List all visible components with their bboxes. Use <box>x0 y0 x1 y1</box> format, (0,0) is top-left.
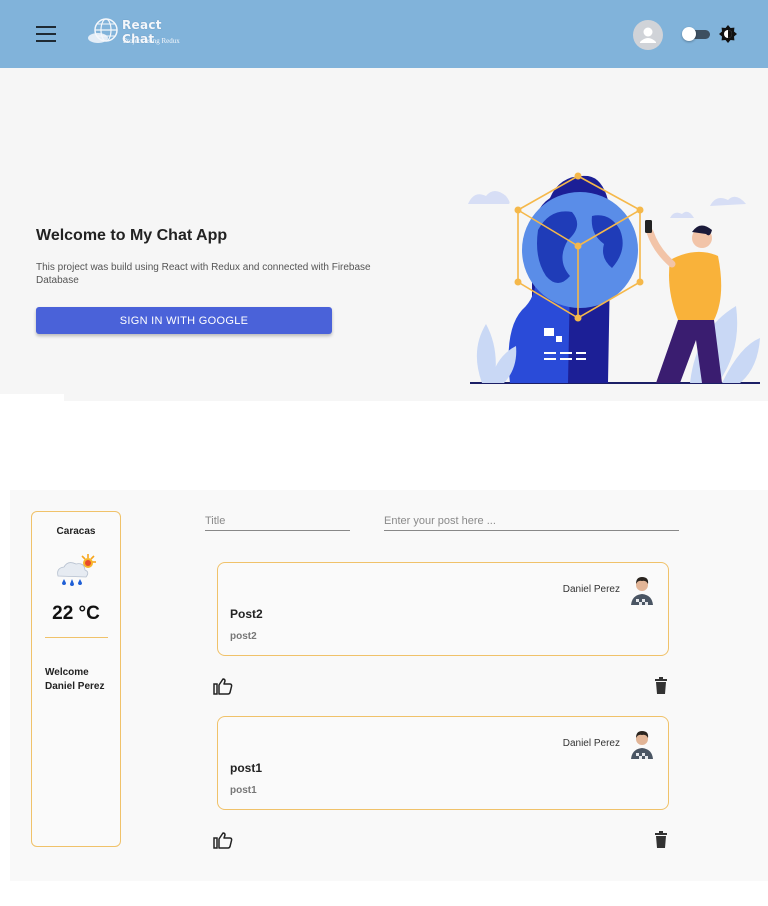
cloud-rain-sun-icon <box>57 554 96 586</box>
user-avatar-icon[interactable] <box>633 20 663 50</box>
welcome-label: Welcome <box>45 667 89 678</box>
theme-toggle[interactable] <box>682 27 710 41</box>
menu-icon[interactable] <box>36 26 56 42</box>
post-body: post2 <box>230 631 257 642</box>
brightness-icon[interactable] <box>719 25 737 43</box>
hero-title: Welcome to My Chat App <box>36 227 228 244</box>
weather-card: Caracas 22 °C Welcome Daniel Perez <box>31 511 121 847</box>
hero-illustration <box>468 172 760 384</box>
globe-logo-icon <box>88 18 118 43</box>
author-avatar-icon <box>631 577 653 605</box>
post-body: post1 <box>230 785 257 796</box>
weather-divider <box>45 637 108 638</box>
trash-icon[interactable] <box>654 677 668 695</box>
weather-temperature: 22 °C <box>52 603 100 624</box>
trash-icon[interactable] <box>654 831 668 849</box>
post-card: Daniel Perez post1 post1 <box>217 716 669 810</box>
post-title-input[interactable] <box>205 515 350 531</box>
thumb-up-icon[interactable] <box>213 677 233 695</box>
post-author: Daniel Perez <box>562 738 620 749</box>
welcome-user-name: Daniel Perez <box>45 681 105 692</box>
weather-city: Caracas <box>56 526 96 537</box>
post-card: Daniel Perez Post2 post2 <box>217 562 669 656</box>
app-bar: React Chat Project using Redux <box>0 0 768 68</box>
welcome-message: Welcome Daniel Perez <box>45 666 117 694</box>
sign-in-google-button[interactable]: SIGN IN WITH GOOGLE <box>36 307 332 334</box>
thumb-up-icon[interactable] <box>213 831 233 849</box>
post-author: Daniel Perez <box>562 584 620 595</box>
author-avatar-icon <box>631 731 653 759</box>
post-content-input[interactable] <box>384 515 679 531</box>
post-title: Post2 <box>230 607 263 621</box>
divider <box>0 394 64 402</box>
app-subtitle: Project using Redux <box>123 37 180 45</box>
post-title: post1 <box>230 761 263 775</box>
hero-description: This project was build using React with … <box>36 262 371 286</box>
app-logo[interactable]: React Chat Project using Redux <box>86 16 196 50</box>
